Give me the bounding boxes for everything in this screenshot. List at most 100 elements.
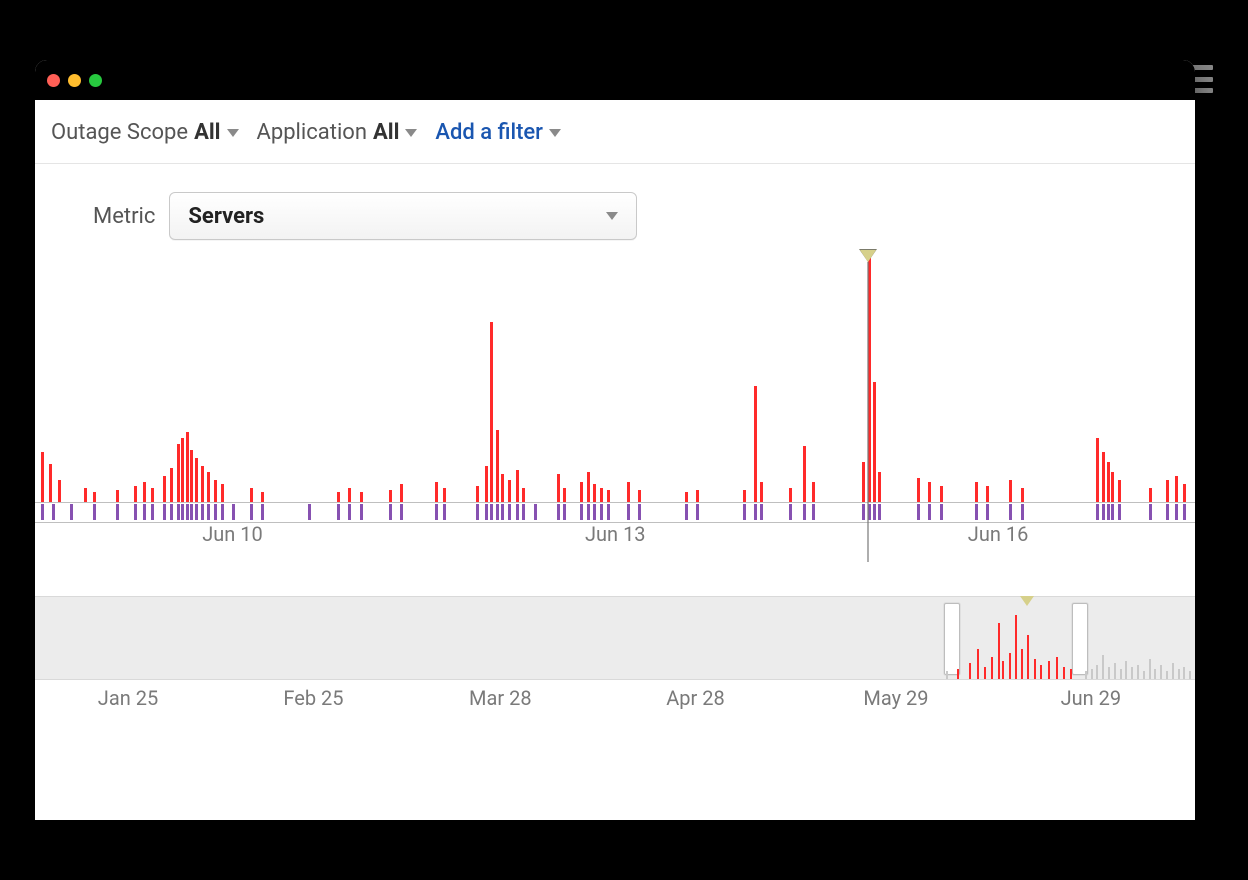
event-tick: [52, 504, 55, 520]
window-minimize-button[interactable]: [68, 74, 81, 87]
overview-bar: [1034, 659, 1036, 679]
event-tick: [928, 504, 931, 520]
chart-bar: [754, 386, 757, 502]
chart-bar: [337, 492, 340, 502]
event-tick: [348, 504, 351, 520]
chart-bar: [389, 490, 392, 502]
chart-bar: [435, 482, 438, 502]
chart-bar: [143, 482, 146, 502]
event-tick: [1102, 504, 1105, 520]
event-tick: [516, 504, 519, 520]
event-tick: [214, 504, 217, 520]
overview-bar: [1166, 671, 1168, 679]
event-tick: [587, 504, 590, 520]
chart-bar: [1111, 472, 1114, 502]
add-filter-button[interactable]: Add a filter: [435, 120, 561, 145]
overview-bar: [1021, 649, 1023, 679]
chart-bar: [593, 484, 596, 502]
event-tick: [1149, 504, 1152, 520]
event-tick: [600, 504, 603, 520]
overview-x-tick-label: May 29: [863, 686, 928, 710]
event-tick: [986, 504, 989, 520]
chart-bar: [600, 488, 603, 502]
event-tick: [873, 504, 876, 520]
marker-icon: [860, 250, 876, 262]
event-tick: [760, 504, 763, 520]
chart-bar: [1021, 488, 1024, 502]
chart-bar: [93, 492, 96, 502]
event-tick: [221, 504, 224, 520]
event-tick: [1107, 504, 1110, 520]
event-tick: [501, 504, 504, 520]
overview-bar: [1002, 661, 1004, 679]
overview-bar: [1091, 669, 1093, 679]
window-zoom-button[interactable]: [89, 74, 102, 87]
event-tick: [496, 504, 499, 520]
chevron-down-icon: [606, 212, 618, 220]
event-tick: [508, 504, 511, 520]
chart-bar: [163, 476, 166, 502]
chart-bar: [1009, 480, 1012, 502]
event-tick: [812, 504, 815, 520]
overview-x-tick-label: Jan 25: [98, 686, 158, 710]
overview-bar: [1143, 671, 1145, 679]
metric-select[interactable]: Servers: [169, 192, 637, 240]
chart-bar: [928, 482, 931, 502]
event-tick: [337, 504, 340, 520]
chart-bar: [501, 474, 504, 502]
event-tick: [116, 504, 119, 520]
overview-bar: [1108, 667, 1110, 679]
event-tick: [177, 504, 180, 520]
chart-bar: [789, 488, 792, 502]
filter-bar: Outage Scope All Application All Add a f…: [35, 100, 1195, 164]
chart-bar: [49, 464, 52, 502]
overview-bar: [1183, 667, 1185, 679]
chevron-down-icon: [227, 129, 239, 137]
event-tick: [163, 504, 166, 520]
event-tick: [789, 504, 792, 520]
chevron-down-icon: [405, 129, 417, 137]
overview-bar: [1114, 663, 1116, 679]
chart-bar: [214, 480, 217, 502]
overview-marker-icon: [1020, 596, 1034, 606]
range-handle-left[interactable]: [944, 603, 960, 675]
event-tick: [593, 504, 596, 520]
event-tick: [1021, 504, 1024, 520]
overview-bar: [1009, 653, 1011, 679]
chart-bar: [862, 462, 865, 502]
overview-x-tick-label: Feb 25: [283, 686, 343, 710]
overview-bar: [1096, 665, 1098, 679]
event-tick: [1009, 504, 1012, 520]
overview-bar: [1056, 657, 1058, 679]
chart-bar: [516, 470, 519, 502]
chart-bar: [186, 432, 189, 502]
filter-application[interactable]: Application All: [257, 120, 418, 145]
filter-outage-scope[interactable]: Outage Scope All: [51, 120, 239, 145]
app-window: Outage Scope All Application All Add a f…: [35, 60, 1195, 820]
filter-application-value: All: [373, 120, 399, 145]
chart-bar: [58, 480, 61, 502]
event-tick: [261, 504, 264, 520]
event-tick: [522, 504, 525, 520]
chart-bar: [207, 472, 210, 502]
chart-bar: [195, 458, 198, 502]
event-tick: [580, 504, 583, 520]
window-close-button[interactable]: [47, 74, 60, 87]
overview-chart[interactable]: Jan 25Feb 25Mar 28Apr 28May 29Jun 29: [35, 596, 1195, 716]
chart-bar: [1183, 484, 1186, 502]
chart-bar: [1175, 476, 1178, 502]
chart-bar: [975, 482, 978, 502]
event-tick: [190, 504, 193, 520]
main-chart[interactable]: Jun 10Jun 13Jun 16: [35, 256, 1195, 596]
chart-x-axis: Jun 10Jun 13Jun 16: [35, 522, 1195, 552]
event-tick: [557, 504, 560, 520]
chart-bar: [1096, 438, 1099, 502]
overview-strip[interactable]: [35, 596, 1195, 680]
chart-bar: [803, 446, 806, 502]
range-handle-right[interactable]: [1072, 603, 1088, 675]
event-tick: [878, 504, 881, 520]
event-tick: [607, 504, 610, 520]
chart-bar: [522, 488, 525, 502]
event-tick: [975, 504, 978, 520]
chart-bar: [360, 492, 363, 502]
